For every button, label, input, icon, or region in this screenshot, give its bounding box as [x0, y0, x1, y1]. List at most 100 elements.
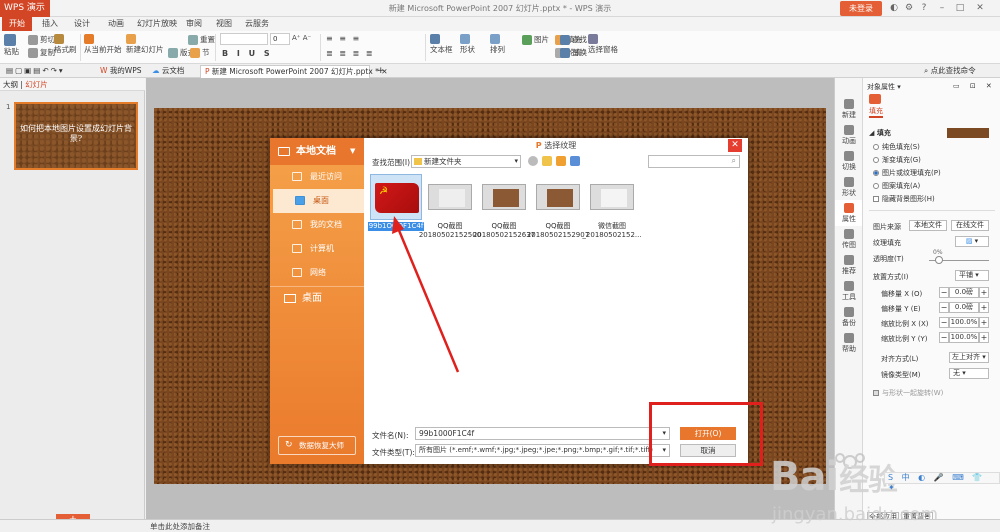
pane-tab-new[interactable]: 新建	[835, 96, 863, 122]
tab-home[interactable]: 开始	[2, 17, 32, 31]
pane-tab-recommend[interactable]: 推荐	[835, 252, 863, 278]
new-slide-button[interactable]: 新建幻灯片	[126, 34, 164, 55]
tab-slides[interactable]: 幻灯片	[25, 80, 48, 89]
dialog-search-input[interactable]: ⌕	[648, 155, 740, 168]
tab-review[interactable]: 审阅	[182, 17, 206, 31]
panel-window-icons[interactable]: ▭ ⊡ ✕	[953, 82, 996, 90]
texture-fill-select[interactable]: ▨ ▾	[955, 236, 989, 247]
scale-x-decrement[interactable]: −	[939, 317, 949, 328]
fill-option-solid[interactable]: 纯色填充(S)	[873, 142, 920, 152]
reset-button[interactable]: 重置	[188, 34, 215, 45]
checkbox[interactable]	[873, 196, 879, 202]
cut-button[interactable]: 剪切	[28, 34, 55, 45]
copy-button[interactable]: 复制	[28, 47, 55, 58]
section-button[interactable]: 节	[190, 47, 210, 58]
radio-pattern[interactable]	[873, 183, 879, 189]
paragraph-icons[interactable]: ≡ ≡ ≡	[326, 34, 361, 43]
new-folder-icon[interactable]	[556, 156, 566, 166]
doc-tab-cloud[interactable]: ☁ 云文档	[148, 65, 188, 78]
pane-tab-backup[interactable]: 备份	[835, 304, 863, 330]
radio-gradient[interactable]	[873, 157, 879, 163]
shape-button[interactable]: 形状	[460, 34, 475, 55]
app-menu-button[interactable]: WPS 演示▾	[0, 0, 50, 29]
doc-tab-current[interactable]: P 新建 Microsoft PowerPoint 2007 幻灯片.pptx …	[200, 65, 388, 78]
tab-outline[interactable]: 大纲	[3, 80, 18, 89]
find-button[interactable]: 查找	[560, 34, 587, 45]
tab-insert[interactable]: 插入	[38, 17, 62, 31]
scale-y-increment[interactable]: +	[979, 332, 989, 343]
filetype-select[interactable]: 所有图片 (*.emf;*.wmf;*.jpg;*.jpeg;*.jpe;*.p…	[415, 444, 670, 457]
ime-toolbar[interactable]: S 中 ◐ 🎤 ⌨ 👕 ✦	[884, 472, 1000, 492]
offset-y-increment[interactable]: +	[979, 302, 989, 313]
paste-button[interactable]: 粘贴	[4, 34, 19, 57]
notes-hint[interactable]: 单击此处添加备注	[150, 521, 210, 532]
side-item-recent[interactable]: 最近访问	[270, 165, 364, 189]
tab-animation[interactable]: 动画	[104, 17, 128, 31]
fill-option-picture[interactable]: 图片或纹理填充(P)	[873, 168, 941, 178]
gear-icon[interactable]: ⚙	[903, 2, 915, 14]
tab-design[interactable]: 设计	[70, 17, 94, 31]
maximize-icon[interactable]: □	[954, 2, 966, 14]
new-tab-button[interactable]: +	[373, 65, 389, 78]
pane-tab-tools[interactable]: 工具	[835, 278, 863, 304]
chevron-down-icon[interactable]: ▾	[897, 83, 901, 91]
dialog-close-button[interactable]: ✕	[728, 139, 742, 152]
scope-select[interactable]: 新建文件夹 ▾	[411, 155, 521, 168]
checkbox[interactable]	[873, 390, 879, 396]
command-search[interactable]: ⌕ 点此查找命令	[920, 65, 980, 78]
pane-tab-transition[interactable]: 切换	[835, 148, 863, 174]
scale-y-decrement[interactable]: −	[939, 332, 949, 343]
picture-button[interactable]: 图片	[522, 34, 549, 45]
pane-tab-shape[interactable]: 形状	[835, 174, 863, 200]
data-recovery-button[interactable]: ↻ 数据恢复大师	[278, 436, 356, 455]
pane-tab-upload-image[interactable]: 传图	[835, 226, 863, 252]
hide-background-checkbox[interactable]: 隐藏背景图形(H)	[873, 194, 935, 204]
help-icon[interactable]: ?	[918, 2, 930, 14]
scale-x-value[interactable]: 100.0%	[949, 317, 979, 328]
local-file-button[interactable]: 本地文件	[909, 220, 947, 231]
minimize-icon[interactable]: –	[936, 2, 948, 14]
side-item-computer[interactable]: 计算机	[270, 237, 364, 261]
transparency-slider-handle[interactable]	[935, 256, 943, 264]
slide-thumbnail[interactable]: 如何把本地图片设置成幻灯片背景?	[14, 102, 138, 170]
tab-cloud[interactable]: 云服务	[242, 17, 272, 31]
doc-tab-my-wps[interactable]: W 我的WPS	[96, 65, 146, 78]
view-menu-icon[interactable]	[570, 156, 580, 166]
skin-icon[interactable]: ◐	[888, 2, 900, 14]
online-file-button[interactable]: 在线文件	[951, 220, 989, 231]
font-name-select[interactable]	[220, 33, 268, 45]
filename-input[interactable]: 99b1000F1C4f ▾	[415, 427, 670, 440]
back-icon[interactable]	[528, 156, 538, 166]
fill-bucket-icon[interactable]	[869, 94, 881, 104]
close-icon[interactable]: ✕	[974, 2, 986, 14]
align-icons[interactable]: ≣ ≣ ≣ ≣	[326, 49, 374, 58]
radio-solid[interactable]	[873, 144, 879, 150]
mirror-select[interactable]: 无 ▾	[949, 368, 989, 379]
offset-x-value[interactable]: 0.0磅	[949, 287, 979, 298]
login-button[interactable]: 未登录	[840, 1, 882, 16]
tab-view[interactable]: 视图	[212, 17, 236, 31]
textbox-button[interactable]: 文本框	[430, 34, 453, 55]
offset-y-value[interactable]: 0.0磅	[949, 302, 979, 313]
props-tab-fill[interactable]: 填充	[869, 106, 883, 118]
format-painter-button[interactable]: 格式刷	[54, 34, 77, 55]
side-desktop-section[interactable]: 桌面	[270, 286, 364, 310]
select-pane-button[interactable]: 选择窗格	[588, 34, 618, 55]
font-size-select[interactable]: 0	[270, 33, 290, 45]
replace-button[interactable]: 替换	[560, 47, 587, 58]
font-style-buttons[interactable]: B I U S	[222, 49, 273, 58]
scale-y-value[interactable]: 100.0%	[949, 332, 979, 343]
placement-select[interactable]: 平铺 ▾	[955, 270, 989, 281]
offset-x-increment[interactable]: +	[979, 287, 989, 298]
fill-option-gradient[interactable]: 渐变填充(G)	[873, 155, 921, 165]
folder-up-icon[interactable]	[542, 156, 552, 166]
fill-section-header[interactable]: ◢ 填充	[869, 128, 891, 138]
offset-y-decrement[interactable]: −	[939, 302, 949, 313]
grow-font-icon[interactable]: A⁺ A⁻	[292, 34, 311, 42]
pane-tab-properties[interactable]: 属性	[835, 200, 863, 226]
offset-x-decrement[interactable]: −	[939, 287, 949, 298]
pane-tab-animation[interactable]: 动画	[835, 122, 863, 148]
side-item-network[interactable]: 网络	[270, 261, 364, 285]
pane-tab-help[interactable]: 帮助	[835, 330, 863, 356]
fill-texture-preview[interactable]	[947, 128, 989, 138]
